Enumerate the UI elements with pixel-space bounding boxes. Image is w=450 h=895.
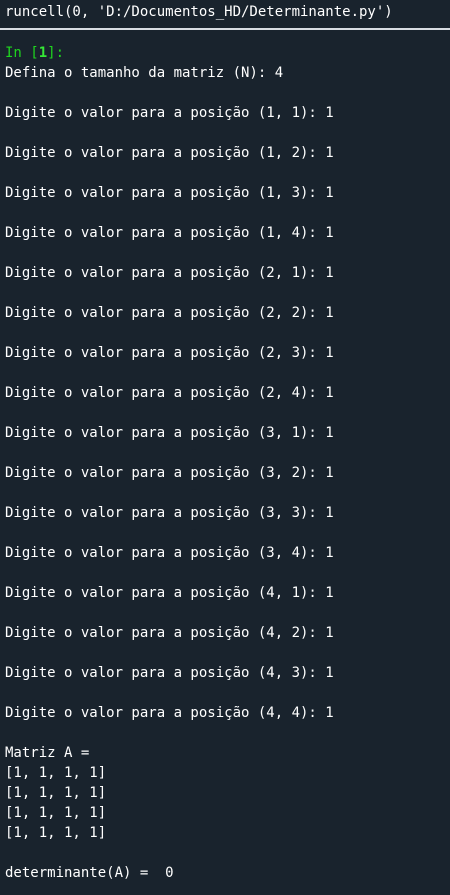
input-line: Digite o valor para a posição (1, 3): 1: [5, 185, 334, 201]
prompt-number: 1: [38, 45, 48, 61]
input-line: Digite o valor para a posição (3, 4): 1: [5, 545, 334, 561]
input-line: Digite o valor para a posição (4, 4): 1: [5, 705, 334, 721]
input-line: Digite o valor para a posição (3, 2): 1: [5, 465, 334, 481]
ipython-console[interactable]: runcell(0, 'D:/Documentos_HD/Determinant…: [0, 0, 450, 895]
input-prompt: In [1]:: [5, 43, 64, 63]
input-line: Digite o valor para a posição (3, 3): 1: [5, 505, 334, 521]
determinant-result: determinante(A) = 0: [5, 865, 174, 881]
input-line: Digite o valor para a posição (4, 2): 1: [5, 625, 334, 641]
prompt-close: ]:: [47, 45, 65, 61]
input-line: Digite o valor para a posição (3, 1): 1: [5, 425, 334, 441]
size-prompt-line: Defina o tamanho da matriz (N): 4: [5, 65, 284, 81]
matrix-title: Matriz A =: [5, 745, 90, 761]
input-line: Digite o valor para a posição (2, 4): 1: [5, 385, 334, 401]
input-line: Digite o valor para a posição (4, 1): 1: [5, 585, 334, 601]
matrix-row: [1, 1, 1, 1]: [5, 785, 107, 801]
input-line: Digite o valor para a posição (1, 4): 1: [5, 225, 334, 241]
console-top-separator: runcell(0, 'D:/Documentos_HD/Determinant…: [0, 0, 450, 30]
input-line: Digite o valor para a posição (2, 3): 1: [5, 345, 334, 361]
run-command-line: runcell(0, 'D:/Documentos_HD/Determinant…: [5, 4, 393, 20]
input-line: Digite o valor para a posição (1, 2): 1: [5, 145, 334, 161]
input-line: Digite o valor para a posição (2, 1): 1: [5, 265, 334, 281]
input-line: Digite o valor para a posição (4, 3): 1: [5, 665, 334, 681]
input-line: Digite o valor para a posição (2, 2): 1: [5, 305, 334, 321]
prompt-label: In [: [5, 45, 39, 61]
matrix-row: [1, 1, 1, 1]: [5, 805, 107, 821]
matrix-row: [1, 1, 1, 1]: [5, 765, 107, 781]
input-line: Digite o valor para a posição (1, 1): 1: [5, 105, 334, 121]
matrix-row: [1, 1, 1, 1]: [5, 825, 107, 841]
